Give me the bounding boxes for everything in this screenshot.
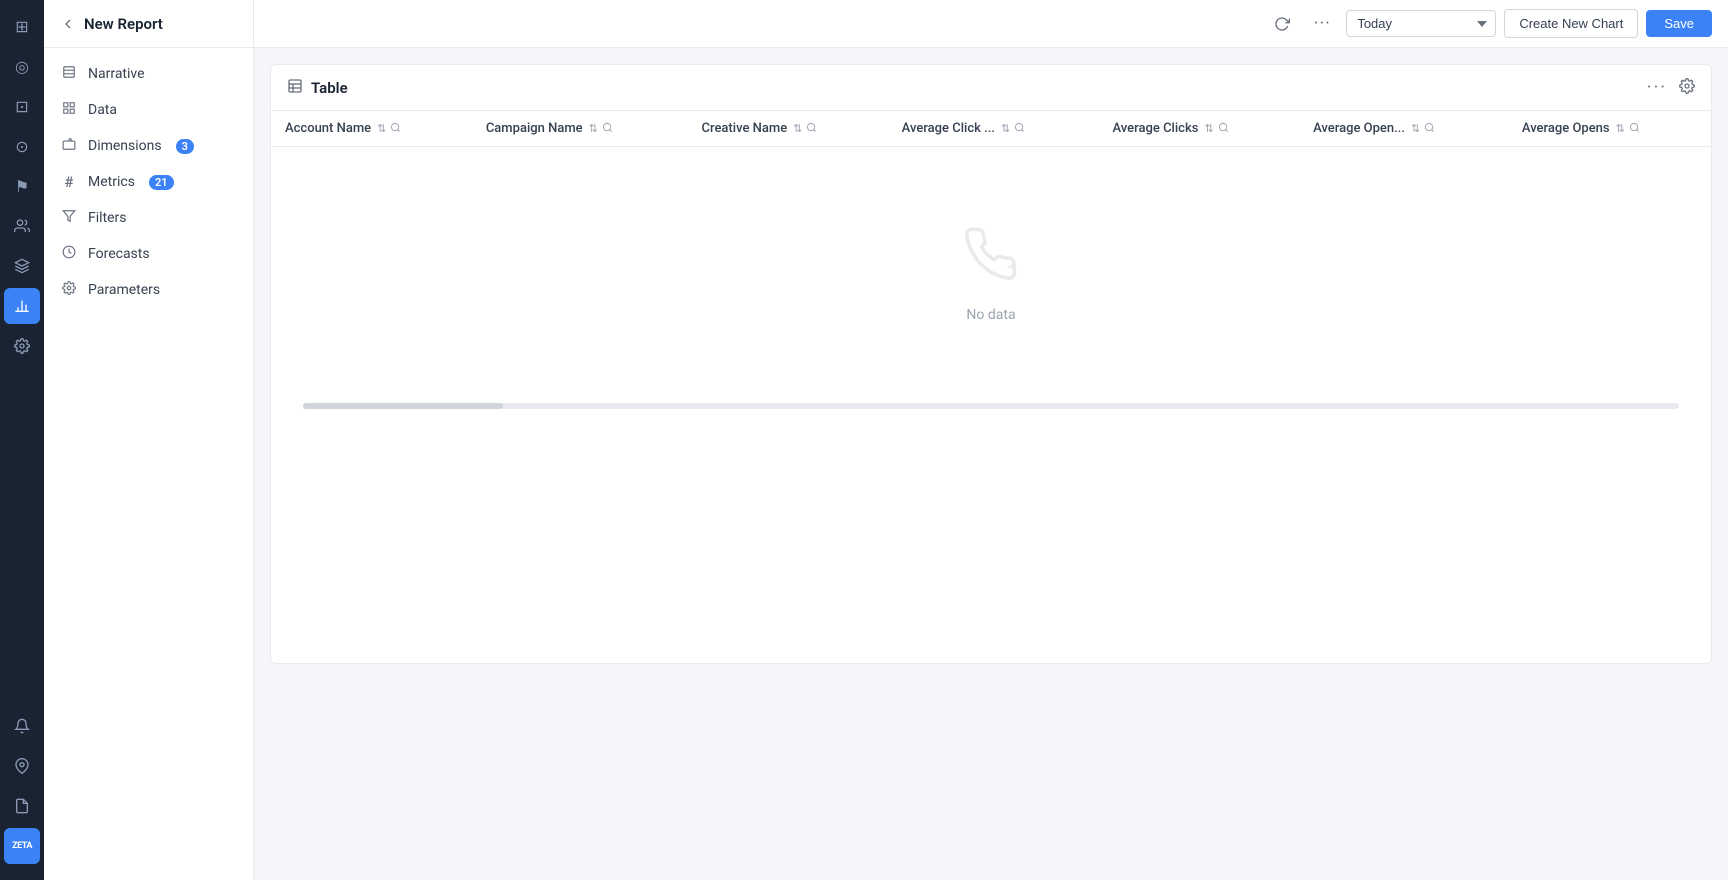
table-title: Table [311, 79, 348, 97]
narrative-label: Narrative [88, 66, 145, 82]
col-avg-click-rate: Average Click ... ⇅ [888, 111, 1099, 147]
no-data-text: No data [966, 307, 1015, 323]
bell-icon[interactable] [4, 708, 40, 744]
metrics-label: Metrics [88, 174, 135, 190]
filters-label: Filters [88, 210, 127, 226]
docs-icon[interactable] [4, 788, 40, 824]
metrics-badge: 21 [149, 175, 174, 190]
sort-icon-avg-click[interactable]: ⇅ [1001, 122, 1010, 135]
date-range-select[interactable]: Today Yesterday Last 7 Days Last 30 Days… [1346, 10, 1496, 37]
no-data-icon [963, 227, 1019, 295]
app-logo: ZETA [4, 828, 40, 864]
sort-icon-avg-clicks[interactable]: ⇅ [1204, 122, 1213, 135]
refresh-button[interactable] [1266, 8, 1298, 40]
sidebar-item-narrative[interactable]: Narrative [44, 56, 253, 92]
table-card: Table ··· Account Name [270, 64, 1712, 664]
data-label: Data [88, 102, 117, 118]
table-more-button[interactable]: ··· [1647, 77, 1667, 98]
col-creative-name: Creative Name ⇅ [688, 111, 888, 147]
col-campaign-name: Campaign Name ⇅ [472, 111, 688, 147]
parameters-label: Parameters [88, 282, 160, 298]
grid2-icon[interactable]: ⊡ [4, 88, 40, 124]
sort-icon-avg-open[interactable]: ⇅ [1411, 122, 1420, 135]
sidebar-item-filters[interactable]: Filters [44, 200, 253, 236]
sort-icon-campaign[interactable]: ⇅ [589, 122, 598, 135]
metrics-icon: # [60, 173, 78, 191]
layers-icon[interactable] [4, 248, 40, 284]
settings-gear-icon[interactable] [4, 328, 40, 364]
flag-icon[interactable]: ⚑ [4, 168, 40, 204]
compass-icon[interactable]: ⊙ [4, 128, 40, 164]
sidebar-header: New Report [44, 0, 253, 48]
sidebar-item-forecasts[interactable]: Forecasts [44, 236, 253, 272]
content-area: Table ··· Account Name [254, 48, 1728, 880]
table-settings-button[interactable] [1679, 78, 1695, 98]
sort-icon-account[interactable]: ⇅ [377, 122, 386, 135]
no-data-area: No data [271, 147, 1711, 403]
grid-icon[interactable]: ⊞ [4, 8, 40, 44]
filters-icon [60, 209, 78, 227]
table-icon [287, 78, 303, 98]
search-icon-avg-click[interactable] [1014, 122, 1025, 136]
pin-icon[interactable] [4, 748, 40, 784]
dimensions-label: Dimensions [88, 138, 162, 154]
sidebar-item-data[interactable]: Data [44, 92, 253, 128]
sidebar-item-metrics[interactable]: # Metrics 21 [44, 164, 253, 200]
sidebar: New Report Narrative Data Dimensions 3 # [44, 0, 254, 880]
back-button[interactable] [60, 16, 76, 32]
dimensions-badge: 3 [176, 139, 194, 154]
scroll-indicator[interactable] [303, 403, 1679, 409]
save-button[interactable]: Save [1646, 10, 1712, 37]
create-chart-button[interactable]: Create New Chart [1504, 9, 1638, 38]
narrative-icon [60, 65, 78, 83]
sidebar-item-dimensions[interactable]: Dimensions 3 [44, 128, 253, 164]
search-icon-campaign[interactable] [602, 122, 613, 136]
ellipsis-icon: ··· [1314, 13, 1331, 34]
sort-icon-creative[interactable]: ⇅ [793, 122, 802, 135]
sidebar-title: New Report [84, 15, 163, 33]
col-avg-clicks: Average Clicks ⇅ [1099, 111, 1300, 147]
icon-rail: ⊞ ◎ ⊡ ⊙ ⚑ ZETA [0, 0, 44, 880]
sidebar-item-parameters[interactable]: Parameters [44, 272, 253, 308]
users-icon[interactable] [4, 208, 40, 244]
forecasts-icon [60, 245, 78, 263]
search-icon-avg-opens[interactable] [1629, 122, 1640, 136]
main-area: ··· Today Yesterday Last 7 Days Last 30 … [254, 0, 1728, 880]
search-icon-avg-clicks[interactable] [1218, 122, 1229, 136]
search-icon-avg-open[interactable] [1424, 122, 1435, 136]
data-icon [60, 101, 78, 119]
more-options-button[interactable]: ··· [1306, 8, 1338, 40]
target-icon[interactable]: ◎ [4, 48, 40, 84]
parameters-icon [60, 281, 78, 299]
sidebar-nav: Narrative Data Dimensions 3 # Metrics 21 [44, 48, 253, 316]
search-icon-account[interactable] [390, 122, 401, 136]
forecasts-label: Forecasts [88, 246, 150, 262]
data-table: Account Name ⇅ [271, 111, 1711, 403]
dimensions-icon [60, 137, 78, 155]
bar-chart-icon[interactable] [4, 288, 40, 324]
search-icon-creative[interactable] [806, 122, 817, 136]
sort-icon-avg-opens[interactable]: ⇅ [1616, 122, 1625, 135]
col-avg-open-rate: Average Open... ⇅ [1299, 111, 1508, 147]
topbar: ··· Today Yesterday Last 7 Days Last 30 … [254, 0, 1728, 48]
col-avg-opens: Average Opens ⇅ [1508, 111, 1711, 147]
col-account-name: Account Name ⇅ [271, 111, 472, 147]
